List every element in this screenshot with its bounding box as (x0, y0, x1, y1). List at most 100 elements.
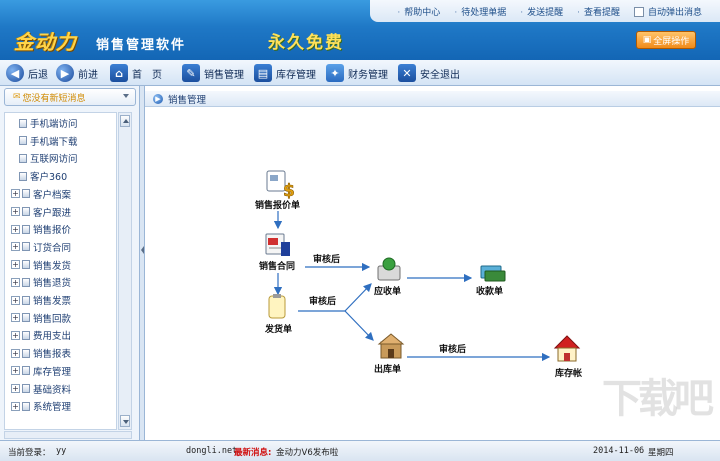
send-reminder-link[interactable]: 发送提醒 (520, 5, 563, 18)
nav-tree-scrollbar[interactable] (118, 112, 132, 430)
sidebar-item[interactable]: + 客户跟进 (11, 204, 71, 220)
page-icon (19, 136, 27, 146)
home-button[interactable]: ⌂ 首 页 (110, 62, 162, 84)
logout-label: 安全退出 (420, 69, 460, 81)
sidebar-item-label: 销售报表 (33, 349, 72, 361)
page-icon (19, 118, 27, 128)
panel-title: 销售管理 (168, 94, 207, 106)
sidebar-item-label: 互联网访问 (30, 154, 78, 166)
sidebar-item[interactable]: 手机端下载 (19, 133, 78, 149)
auto-popup-toggle[interactable]: 自动弹出消息 (633, 5, 702, 18)
login-user: yy (56, 446, 67, 456)
node-receipt[interactable]: 收款单 (476, 265, 506, 297)
sidebar-item[interactable]: + 订货合同 (11, 239, 71, 255)
page-icon (22, 295, 30, 305)
news-link[interactable]: 金动力V6发布啦 (276, 446, 338, 458)
message-notice-dropdown[interactable]: ✉ 您没有新短消息 (4, 88, 136, 106)
panel-arrow-icon: ▶ (153, 93, 163, 104)
expand-plus-icon[interactable]: + (11, 384, 20, 393)
fullscreen-icon: ▣ (642, 35, 652, 45)
sidebar-item-label: 客户档案 (33, 189, 72, 201)
sidebar-item[interactable]: 客户360 (19, 168, 67, 184)
pending-docs-link[interactable]: 待处理单据 (454, 5, 506, 18)
expand-plus-icon[interactable]: + (11, 260, 20, 270)
scroll-up-icon[interactable] (120, 115, 130, 127)
fullscreen-label: 全屏操作 (653, 36, 690, 47)
forward-button[interactable]: ▶ 前进 (56, 62, 98, 84)
home-label: 首 页 (132, 69, 162, 81)
home-icon: ⌂ (110, 64, 128, 82)
sidebar-item[interactable]: + 客户档案 (11, 186, 71, 202)
clipboard-icon (268, 295, 286, 319)
sidebar-item[interactable]: + 系统管理 (11, 398, 71, 414)
sidebar-item[interactable]: + 销售报价 (11, 221, 71, 237)
top-links-bar: 帮助中心 待处理单据 发送提醒 查看提醒 自动弹出消息 (370, 0, 720, 22)
page-icon (22, 224, 30, 234)
nav-tree-hscrollbar[interactable] (4, 431, 132, 439)
sidebar-item[interactable]: + 费用支出 (11, 327, 71, 343)
page-icon (22, 330, 30, 340)
login-label: 当前登录： (8, 448, 51, 458)
expand-plus-icon[interactable]: + (11, 313, 20, 323)
pen-icon (281, 242, 290, 256)
scroll-down-icon[interactable] (120, 415, 130, 427)
finance-management-button[interactable]: ✦ 财务管理 (326, 62, 388, 84)
expand-plus-icon[interactable]: + (11, 189, 20, 199)
chevron-down-icon (123, 94, 129, 98)
node-contract[interactable]: 销售合同 (259, 233, 295, 272)
sidebar-item-label: 客户360 (30, 172, 68, 184)
house-icon (553, 335, 581, 349)
expand-plus-icon[interactable]: + (11, 277, 20, 287)
view-reminder-link[interactable]: 查看提醒 (577, 5, 620, 18)
free-slogan: 永久免费 (268, 33, 344, 53)
dollar-icon: $ (283, 181, 295, 201)
sidebar-item-label: 客户跟进 (33, 207, 72, 219)
forward-label: 前进 (78, 69, 98, 81)
sidebar-item[interactable]: + 销售回款 (11, 310, 71, 326)
page-icon (22, 348, 30, 358)
node-contract-label: 销售合同 (259, 260, 295, 272)
sidebar-item[interactable]: + 销售发票 (11, 292, 71, 308)
sidebar-item[interactable]: + 库存管理 (11, 363, 71, 379)
node-ledger[interactable]: 库存帐 (553, 335, 582, 379)
auto-popup-checkbox[interactable] (633, 7, 644, 17)
expand-plus-icon[interactable]: + (11, 366, 20, 376)
expand-plus-icon[interactable]: + (11, 224, 20, 234)
edge-label-delivery-split: 审核后 (309, 295, 336, 307)
fullscreen-button[interactable]: ▣ 全屏操作 (636, 31, 696, 49)
node-receivable-label: 应收单 (374, 285, 401, 297)
sales-management-button[interactable]: ✎ 销售管理 (182, 62, 244, 84)
sidebar-item[interactable]: + 销售报表 (11, 345, 71, 361)
node-quote-label: 销售报价单 (255, 199, 300, 211)
node-outbound-label: 出库单 (374, 363, 401, 375)
node-outbound[interactable]: 出库单 (374, 333, 405, 375)
sidebar-item[interactable]: + 销售退货 (11, 274, 71, 290)
node-delivery[interactable]: 发货单 (264, 294, 292, 335)
edge-split-outbound (344, 310, 374, 341)
back-button[interactable]: ◀ 后退 (6, 62, 48, 84)
help-center-link[interactable]: 帮助中心 (397, 5, 440, 18)
page-icon (22, 189, 30, 199)
expand-plus-icon[interactable]: + (11, 242, 20, 252)
sidebar-item[interactable]: 手机端访问 (19, 115, 78, 131)
sales-label: 销售管理 (204, 69, 244, 81)
expand-plus-icon[interactable]: + (11, 207, 20, 216)
sidebar-item[interactable]: + 销售发货 (11, 257, 71, 273)
main-panel: ▶ 销售管理 审核后 审核后 审核后 $ 销售报价单 销售合同 发货单 应收单 … (145, 86, 720, 440)
panel-header: ▶ 销售管理 (145, 91, 720, 107)
sidebar-item-label: 销售回款 (33, 313, 72, 325)
page-icon (22, 277, 30, 287)
logout-button[interactable]: ✕ 安全退出 (398, 62, 460, 84)
node-receivable[interactable]: 应收单 (374, 257, 401, 297)
expand-plus-icon[interactable]: + (11, 295, 20, 305)
node-quote[interactable]: $ 销售报价单 (255, 170, 300, 211)
sidebar-item[interactable]: 互联网访问 (19, 150, 78, 166)
sidebar-item-label: 订货合同 (33, 242, 72, 254)
expand-plus-icon[interactable]: + (11, 401, 20, 411)
app-title: 销售管理软件 (96, 38, 187, 53)
inventory-management-button[interactable]: ▤ 库存管理 (254, 62, 316, 84)
expand-plus-icon[interactable]: + (11, 330, 20, 340)
sidebar-item[interactable]: + 基础资料 (11, 381, 71, 397)
sidebar-item-label: 销售报价 (33, 225, 72, 237)
expand-plus-icon[interactable]: + (11, 348, 20, 358)
